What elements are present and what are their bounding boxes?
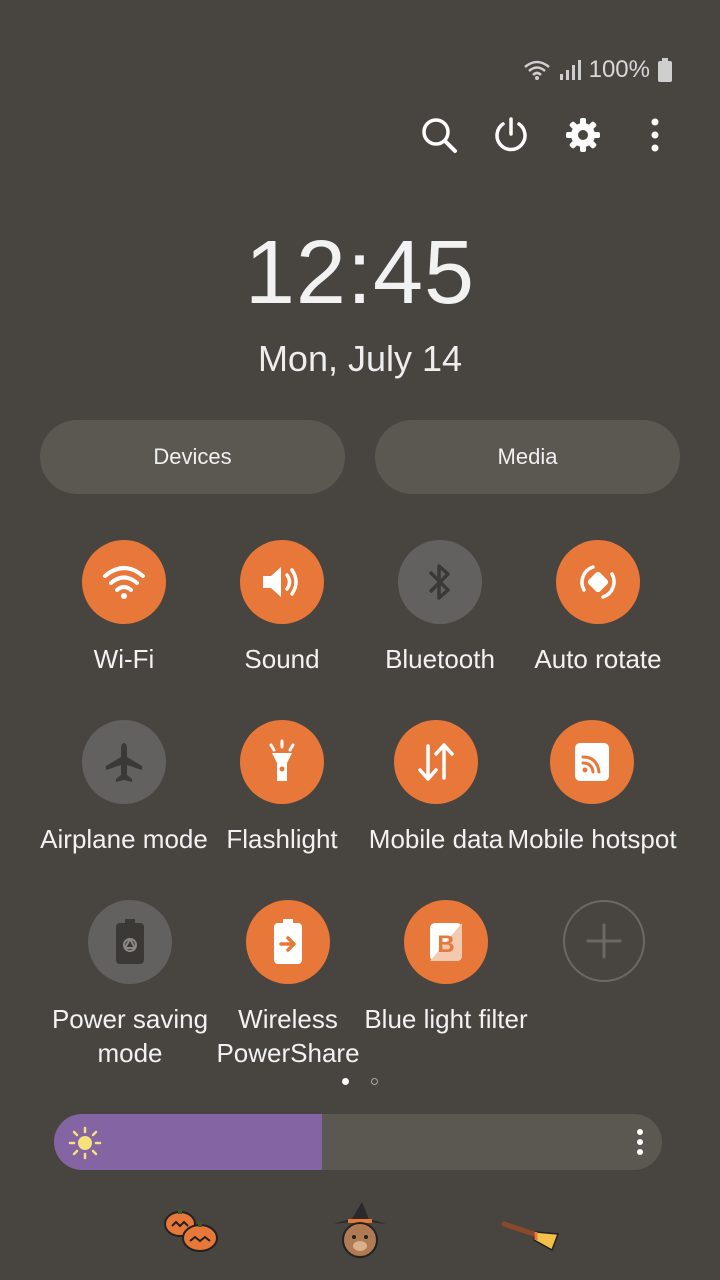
airplane-mode-toggle[interactable]: [82, 720, 166, 804]
page-dot-1[interactable]: [342, 1078, 349, 1085]
search-button[interactable]: [416, 112, 462, 158]
witch-hat-bear-sticker: [334, 1202, 386, 1258]
tile-add[interactable]: [519, 900, 689, 982]
tile-sound[interactable]: Sound: [197, 540, 367, 676]
signal-icon: [559, 60, 581, 80]
blue-light-icon: B: [430, 923, 462, 961]
pumpkins-sticker: [164, 1209, 218, 1252]
hotspot-icon: [575, 743, 609, 781]
tile-mobile-data[interactable]: Mobile data: [351, 720, 521, 856]
tile-wifi[interactable]: Wi-Fi: [39, 540, 209, 676]
mobile-hotspot-toggle[interactable]: [550, 720, 634, 804]
tile-label: Wireless PowerShare: [216, 1004, 360, 1068]
clock-time[interactable]: 12:45: [0, 222, 720, 325]
tile-auto-rotate[interactable]: Auto rotate: [513, 540, 683, 676]
wireless-powershare-toggle[interactable]: [246, 900, 330, 984]
tile-wireless-powershare[interactable]: Wireless PowerShare: [203, 900, 373, 1070]
rotate-icon: [580, 565, 616, 599]
flashlight-icon: [269, 739, 295, 781]
add-icon: [586, 923, 622, 959]
tile-label: Wi-Fi: [93, 644, 155, 674]
tile-label: Auto rotate: [534, 644, 662, 674]
auto-rotate-toggle[interactable]: [556, 540, 640, 624]
tile-flashlight[interactable]: Flashlight: [197, 720, 367, 856]
gear-icon: [566, 118, 600, 152]
add-tile-button[interactable]: [563, 900, 645, 982]
sound-toggle[interactable]: [240, 540, 324, 624]
tile-power-saving[interactable]: Power saving mode: [45, 900, 215, 1070]
tile-blue-light-filter[interactable]: B Blue light filter: [361, 900, 531, 1036]
status-bar: 100%: [523, 56, 672, 84]
tile-label: Mobile data: [368, 824, 504, 854]
bluetooth-toggle[interactable]: [398, 540, 482, 624]
power-saving-icon: [116, 919, 144, 964]
svg-text:B: B: [437, 931, 454, 958]
airplane-icon: [106, 743, 142, 782]
quick-panel-actions: [416, 112, 678, 158]
brightness-slider[interactable]: [54, 1114, 662, 1170]
wifi-toggle[interactable]: [82, 540, 166, 624]
more-options-button[interactable]: [632, 112, 678, 158]
tile-bluetooth[interactable]: Bluetooth: [355, 540, 525, 676]
power-button[interactable]: [488, 112, 534, 158]
data-arrows-icon: [418, 743, 454, 781]
wifi-icon: [103, 566, 145, 599]
tile-label: Airplane mode: [40, 824, 208, 854]
page-indicator: [0, 1078, 720, 1085]
media-button[interactable]: Media: [375, 420, 680, 494]
wifi-icon: [523, 60, 550, 80]
more-vert-icon: [651, 118, 659, 152]
clock-date[interactable]: Mon, July 14: [0, 338, 720, 380]
tile-mobile-hotspot[interactable]: Mobile hotspot: [507, 720, 677, 856]
more-vert-icon[interactable]: [636, 1128, 644, 1156]
devices-button[interactable]: Devices: [40, 420, 345, 494]
mobile-data-toggle[interactable]: [394, 720, 478, 804]
broom-sticker: [501, 1221, 560, 1252]
tile-label: Power saving mode: [51, 1004, 209, 1068]
battery-percent: 100%: [588, 56, 650, 83]
powershare-icon: [274, 919, 302, 964]
blue-light-filter-toggle[interactable]: B: [404, 900, 488, 984]
tile-label: Sound: [244, 644, 320, 674]
power-icon: [495, 117, 527, 152]
sun-icon: [68, 1126, 102, 1160]
volume-icon: [263, 567, 298, 597]
bluetooth-icon: [428, 564, 450, 600]
tile-label: Blue light filter: [364, 1004, 528, 1034]
settings-button[interactable]: [560, 112, 606, 158]
tile-label: Mobile hotspot: [507, 824, 677, 854]
page-dot-2[interactable]: [371, 1078, 378, 1085]
power-saving-toggle[interactable]: [88, 900, 172, 984]
tile-label: Bluetooth: [385, 644, 495, 674]
tile-airplane-mode[interactable]: Airplane mode: [39, 720, 209, 856]
search-icon: [422, 118, 457, 153]
flashlight-toggle[interactable]: [240, 720, 324, 804]
battery-icon: [658, 58, 672, 82]
devices-media-row: Devices Media: [40, 420, 680, 494]
tile-label: Flashlight: [226, 824, 338, 854]
